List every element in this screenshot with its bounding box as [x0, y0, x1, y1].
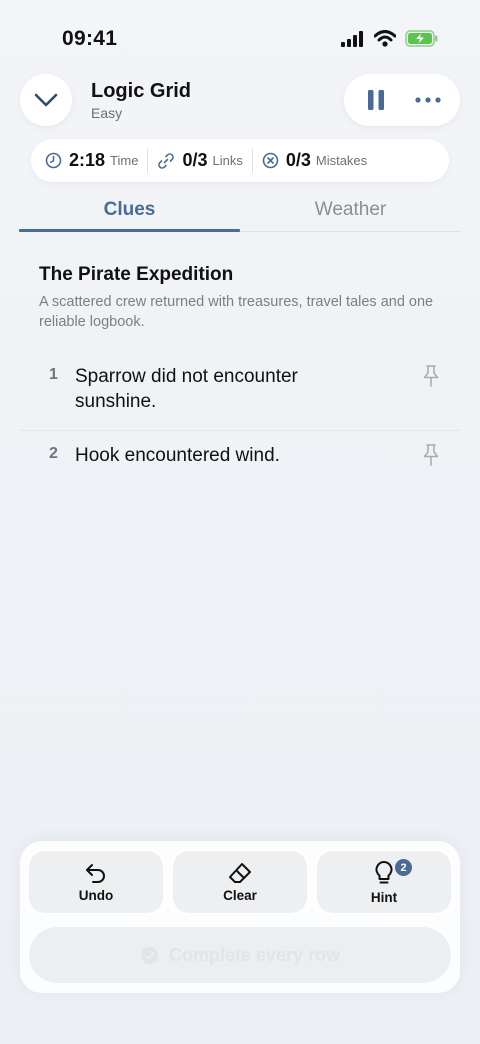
- game-title: Logic Grid: [91, 80, 191, 102]
- link-icon: [158, 152, 175, 169]
- puzzle-title: The Pirate Expedition: [39, 264, 234, 285]
- time-label: Time: [110, 153, 139, 168]
- status-bar: 09:41: [0, 0, 480, 70]
- wifi-icon: [374, 30, 396, 47]
- mistakes-stat: 0/3 Mistakes: [262, 139, 367, 182]
- links-value: 0/3: [182, 150, 208, 170]
- pause-icon: [368, 90, 384, 110]
- battery-icon: [405, 30, 438, 47]
- undo-button[interactable]: Undo: [29, 851, 163, 913]
- collapse-button[interactable]: [20, 74, 72, 126]
- undo-icon: [86, 863, 105, 883]
- pin-icon: [423, 444, 439, 466]
- hint-count-badge: 2: [395, 859, 412, 876]
- stat-divider: [251, 148, 253, 173]
- mistakes-value: 0/3: [285, 150, 311, 170]
- stats-bar: 2:18 Time 0/3 Links 0/3 Mistakes: [31, 139, 449, 182]
- more-icon: [415, 97, 441, 103]
- pin-button[interactable]: [421, 364, 441, 393]
- signal-icon: [341, 30, 363, 47]
- tab-weather[interactable]: Weather: [240, 190, 461, 231]
- links-stat: 0/3 Links: [157, 139, 243, 182]
- links-label: Links: [212, 153, 243, 168]
- time-value: 2:18: [69, 150, 106, 170]
- clue-text: Sparrow did not encounter sunshine.: [75, 366, 298, 412]
- hint-label: Hint: [370, 889, 398, 905]
- pin-button[interactable]: [421, 443, 441, 472]
- check-circle-icon: [140, 946, 158, 964]
- clear-button[interactable]: Clear: [173, 851, 307, 913]
- clue-list: 1 Sparrow did not encounter sunshine. 2 …: [19, 352, 461, 484]
- complete-label: Complete every row: [168, 944, 341, 965]
- pin-icon: [423, 365, 439, 387]
- clock-icon: [45, 152, 62, 169]
- clue-number: 2: [49, 445, 58, 462]
- tab-bar: Clues Weather: [19, 190, 461, 232]
- title-block: Logic Grid Easy: [91, 80, 191, 121]
- lightbulb-icon: [375, 860, 393, 883]
- difficulty-label: Easy: [91, 105, 123, 121]
- more-button[interactable]: [406, 78, 450, 122]
- puzzle-description: A scattered crew returned with treasures…: [39, 294, 434, 330]
- clear-label: Clear: [223, 887, 257, 903]
- status-time: 09:41: [62, 27, 118, 50]
- clue-number: 1: [49, 366, 58, 383]
- tab-clues[interactable]: Clues: [19, 190, 240, 232]
- time-stat: 2:18 Time: [45, 139, 138, 182]
- action-pill: [344, 74, 460, 126]
- status-icons: [341, 30, 438, 47]
- tool-button-row: Undo Clear Hint 2: [29, 851, 451, 913]
- clue-row[interactable]: 2 Hook encountered wind.: [19, 431, 461, 484]
- header: Logic Grid Easy: [20, 74, 460, 128]
- eraser-icon: [229, 862, 251, 883]
- undo-label: Undo: [78, 887, 114, 903]
- clue-text: Hook encountered wind.: [75, 445, 280, 466]
- bottom-panel: Undo Clear Hint 2 Complete every row: [20, 841, 460, 993]
- hint-button[interactable]: Hint 2: [317, 851, 451, 913]
- stat-divider: [147, 148, 149, 173]
- complete-button[interactable]: Complete every row: [29, 927, 451, 983]
- pause-button[interactable]: [354, 78, 398, 122]
- x-circle-icon: [262, 152, 279, 169]
- mistakes-label: Mistakes: [315, 153, 368, 168]
- clue-row[interactable]: 1 Sparrow did not encounter sunshine.: [19, 352, 461, 431]
- chevron-down-icon: [34, 93, 58, 107]
